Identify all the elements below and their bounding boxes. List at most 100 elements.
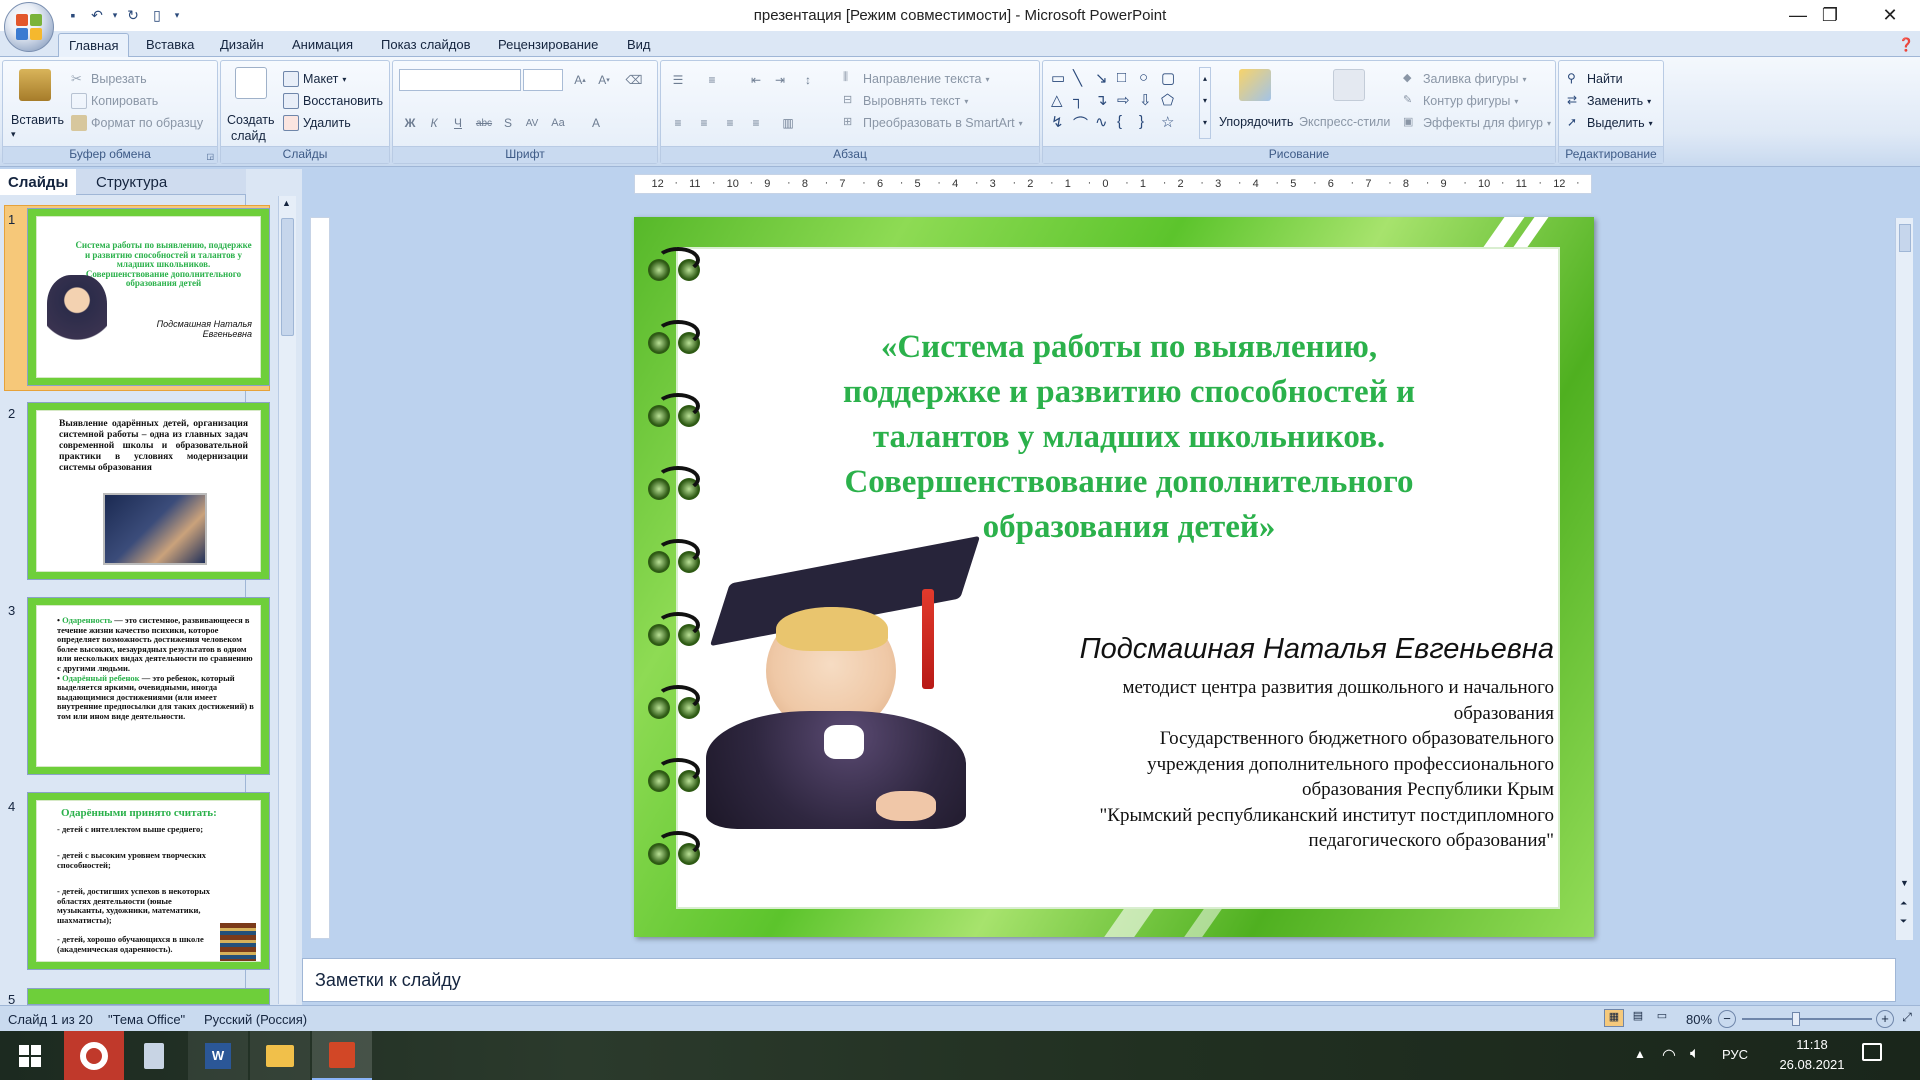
shrink-font-icon[interactable]: A ▾ xyxy=(593,70,615,90)
slide-thumb-3[interactable]: • Одаренность — это системное, развивающ… xyxy=(27,597,270,775)
file-explorer-icon[interactable] xyxy=(250,1031,310,1080)
curve-shape-icon[interactable]: ∿ xyxy=(1095,113,1117,135)
oval-shape-icon[interactable]: ○ xyxy=(1139,69,1161,91)
elbow-shape-icon[interactable]: ┐ xyxy=(1073,91,1095,113)
char-spacing-icon[interactable]: AV xyxy=(521,113,543,133)
new-slide-button[interactable]: Создать xyxy=(227,113,275,127)
rounded-rect-shape-icon[interactable]: ▢ xyxy=(1161,69,1183,91)
format-painter-button[interactable]: Формат по образцу xyxy=(71,115,203,131)
close-button[interactable]: ✕ xyxy=(1860,0,1920,31)
cut-button[interactable]: ✂ Вырезать xyxy=(71,71,147,87)
right-arrow-shape-icon[interactable]: ⇨ xyxy=(1117,91,1139,113)
qat-customize-icon[interactable]: ▾ xyxy=(170,5,184,25)
restore-button[interactable]: ❐ xyxy=(1800,0,1860,31)
prev-slide-icon[interactable]: ⏶ xyxy=(1900,898,1907,909)
word-icon[interactable]: W xyxy=(188,1031,248,1080)
quick-styles-button[interactable]: Экспресс-стили xyxy=(1299,115,1390,129)
arrow-line-shape-icon[interactable]: ↘ xyxy=(1095,69,1117,91)
help-icon[interactable]: ❓ xyxy=(1898,37,1914,53)
align-right-icon[interactable]: ≡ xyxy=(719,113,741,133)
layout-button[interactable]: Макет ▾ xyxy=(283,71,346,87)
underline-icon[interactable]: Ч xyxy=(447,113,469,133)
tab-slides-panel[interactable]: Слайды xyxy=(0,169,77,195)
bold-icon[interactable]: Ж xyxy=(399,113,421,133)
slide-thumb-4[interactable]: Одарёнными принято считать: - детей с ин… xyxy=(27,792,270,970)
grow-font-icon[interactable]: A ▴ xyxy=(569,70,591,90)
slideshow-view-icon[interactable]: ▭ xyxy=(1652,1009,1672,1027)
reset-button[interactable]: Восстановить xyxy=(283,93,383,109)
undo-dropdown-icon[interactable]: ▾ xyxy=(110,5,120,25)
numbering-icon[interactable]: ≡ xyxy=(701,70,723,90)
arc-shape-icon[interactable]: ⌒ xyxy=(1073,113,1095,135)
increase-indent-icon[interactable]: ⇥ xyxy=(769,70,791,90)
tab-slideshow[interactable]: Показ слайдов xyxy=(381,37,471,52)
line-shape-icon[interactable]: ╲ xyxy=(1073,69,1095,91)
volume-icon[interactable]: 🔈︎ xyxy=(1690,1045,1700,1063)
new-doc-icon[interactable]: ▯ xyxy=(146,5,168,25)
shape-outline-button[interactable]: ✎ Контур фигуры ▾ xyxy=(1403,93,1518,109)
fit-window-icon[interactable]: ⤢ xyxy=(1898,1010,1916,1028)
justify-icon[interactable]: ≡ xyxy=(745,113,767,133)
author-info[interactable]: методист центра развития дошкольного и н… xyxy=(934,675,1554,854)
rect-shape-icon[interactable]: □ xyxy=(1117,69,1139,91)
brace-left-shape-icon[interactable]: { xyxy=(1117,113,1139,135)
new-slide-button-2[interactable]: слайд xyxy=(231,129,266,143)
opera-browser-icon[interactable] xyxy=(64,1031,124,1080)
clock-time[interactable]: 11:18 xyxy=(1772,1037,1852,1052)
replace-button[interactable]: ⇄ Заменить ▾ xyxy=(1567,93,1651,109)
slide-scroll-thumb[interactable] xyxy=(1899,224,1911,252)
down-arrow-shape-icon[interactable]: ⇩ xyxy=(1139,91,1161,113)
align-center-icon[interactable]: ≡ xyxy=(693,113,715,133)
zoom-out-icon[interactable]: − xyxy=(1718,1010,1736,1028)
shadow-icon[interactable]: S xyxy=(497,113,519,133)
office-button[interactable] xyxy=(4,2,54,52)
zoom-slider-thumb[interactable] xyxy=(1792,1012,1800,1026)
align-left-icon[interactable]: ≡ xyxy=(667,113,689,133)
clear-format-icon[interactable]: ⌫ xyxy=(623,70,645,90)
tab-design[interactable]: Дизайн xyxy=(220,37,264,52)
italic-icon[interactable]: К xyxy=(423,113,445,133)
zoom-slider[interactable] xyxy=(1742,1012,1872,1026)
font-name-select[interactable] xyxy=(399,69,521,91)
normal-view-icon[interactable]: ▦ xyxy=(1604,1009,1624,1027)
slide-title[interactable]: «Система работы по выявлению, поддержке … xyxy=(769,325,1489,550)
decrease-indent-icon[interactable]: ⇤ xyxy=(745,70,767,90)
arrange-icon[interactable] xyxy=(1239,69,1271,101)
slide-thumb-5[interactable] xyxy=(27,988,270,1005)
bullets-icon[interactable]: ☰ xyxy=(667,70,689,90)
redo-icon[interactable]: ↻ xyxy=(122,5,144,25)
author-name[interactable]: Подсмашная Наталья Евгеньевна xyxy=(934,633,1554,666)
paste-dropdown-icon[interactable]: ▾ xyxy=(11,129,16,140)
tab-review[interactable]: Рецензирование xyxy=(498,37,598,52)
find-button[interactable]: ⚲ Найти xyxy=(1567,71,1623,87)
paste-icon[interactable] xyxy=(19,69,51,101)
triangle-shape-icon[interactable]: △ xyxy=(1051,91,1073,113)
notifications-icon[interactable] xyxy=(1862,1043,1882,1061)
shape-fill-button[interactable]: ◆ Заливка фигуры ▾ xyxy=(1403,71,1526,87)
zoom-level[interactable]: 80% xyxy=(1686,1012,1712,1027)
shapes-gallery[interactable]: ▭ ╲ ↘ □ ○ ▢ △ ┐ ↴ ⇨ ⇩ ⬠ ↯ ⌒ ∿{} ☆ xyxy=(1051,69,1213,139)
scroll-up-icon[interactable]: ▲ xyxy=(282,198,291,208)
new-slide-icon[interactable] xyxy=(235,67,267,99)
start-button[interactable] xyxy=(0,1031,60,1080)
paste-button[interactable]: Вставить xyxy=(11,113,64,127)
clock-date[interactable]: 26.08.2021 xyxy=(1762,1057,1862,1072)
tab-insert[interactable]: Вставка xyxy=(146,37,194,52)
align-text-button[interactable]: ⊟ Выровнять текст ▾ xyxy=(843,93,968,109)
columns-icon[interactable]: ▥ xyxy=(777,113,799,133)
panel-scroll-thumb[interactable] xyxy=(281,218,294,336)
slide-canvas[interactable]: «Система работы по выявлению, поддержке … xyxy=(634,217,1594,937)
select-button[interactable]: ➚ Выделить ▾ xyxy=(1567,115,1653,131)
wifi-icon[interactable]: ◠ xyxy=(1662,1045,1676,1065)
dialog-launcher-icon[interactable]: ◲ xyxy=(206,152,214,161)
pentagon-shape-icon[interactable]: ⬠ xyxy=(1161,91,1183,113)
tab-outline-panel[interactable]: Структура xyxy=(96,174,167,191)
freeform-shape-icon[interactable]: ↯ xyxy=(1051,113,1073,135)
copy-button[interactable]: Копировать xyxy=(71,93,158,109)
font-color-icon[interactable]: A xyxy=(585,113,607,133)
calculator-icon[interactable] xyxy=(124,1031,184,1080)
textbox-shape-icon[interactable]: ▭ xyxy=(1051,69,1073,91)
tab-animation[interactable]: Анимация xyxy=(292,37,353,52)
brace-right-shape-icon[interactable]: } xyxy=(1139,113,1161,135)
star-shape-icon[interactable]: ☆ xyxy=(1161,113,1183,135)
